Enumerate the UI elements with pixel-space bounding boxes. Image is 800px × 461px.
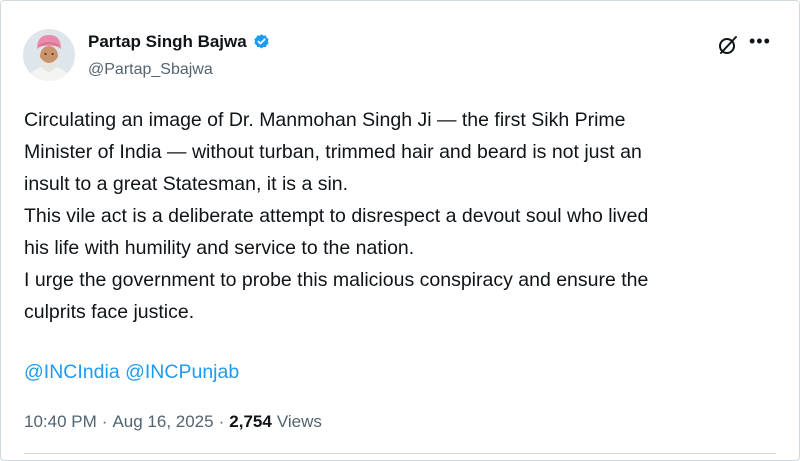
meta-separator: · [218, 412, 225, 431]
tweet-time[interactable]: 10:40 PM [24, 412, 97, 432]
avatar[interactable] [23, 29, 75, 81]
views-count: 2,754 [229, 412, 272, 431]
verified-badge-icon [252, 33, 271, 52]
views-label: Views [276, 412, 322, 431]
tweet-meta: 10:40 PM · Aug 16, 2025 · 2,754 Views [24, 412, 322, 432]
author-name[interactable]: Partap Singh Bajwa [88, 32, 247, 52]
tweet-line: I urge the government to probe this mali… [24, 269, 649, 291]
tweet-line: insult to a great Statesman, it is a sin… [24, 173, 349, 195]
avatar-image [23, 29, 75, 81]
divider [24, 453, 776, 454]
tweet-line: This vile act is a deliberate attempt to… [24, 205, 649, 227]
meta-separator: · [101, 412, 108, 431]
tweet-line: his life with humility and service to th… [24, 237, 415, 259]
tweet-date[interactable]: Aug 16, 2025 [112, 412, 213, 432]
mention-link[interactable]: @INCPunjab [125, 361, 239, 383]
mention-link[interactable]: @INCIndia [24, 361, 120, 383]
tweet-line: Circulating an image of Dr. Manmohan Sin… [24, 109, 626, 131]
more-icon[interactable]: ••• [749, 31, 771, 52]
tweet-line: culprits face justice. [24, 301, 195, 323]
author-handle[interactable]: @Partap_Sbajwa [88, 61, 213, 79]
author-row: Partap Singh Bajwa [88, 32, 271, 52]
tweet-card: Partap Singh Bajwa @Partap_Sbajwa ••• Ci… [0, 0, 800, 461]
grok-icon[interactable] [717, 34, 739, 56]
tweet-text: Circulating an image of Dr. Manmohan Sin… [24, 104, 784, 328]
tweet-line: Minister of India — without turban, trim… [24, 141, 642, 163]
mentions: @INCIndia @INCPunjab [24, 356, 239, 388]
